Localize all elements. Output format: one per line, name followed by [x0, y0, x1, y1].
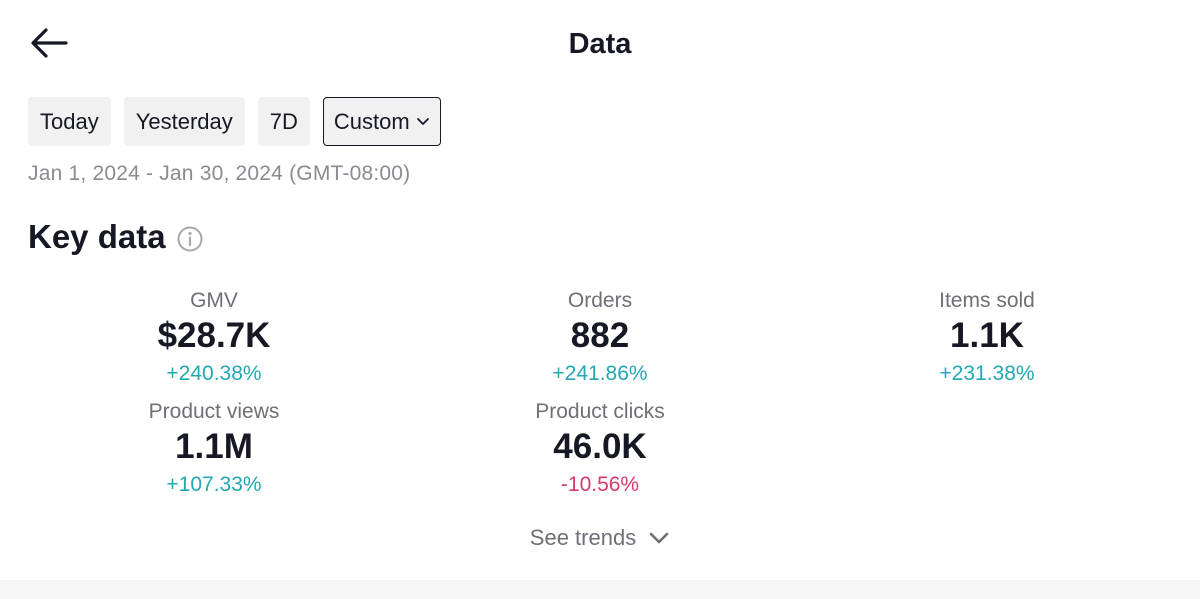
page-title: Data [568, 28, 632, 60]
data-page: Data Today Yesterday 7D Custom Jan 1, 20… [0, 0, 1200, 599]
filter-label: Custom [333, 108, 410, 134]
metric-label: Product views [148, 400, 280, 423]
metric-value: 882 [570, 316, 630, 355]
filter-label: Yesterday [135, 108, 233, 134]
filter-custom-dropdown[interactable]: Custom [322, 97, 441, 146]
date-range-text: Jan 1, 2024 - Jan 30, 2024 (GMT-08:00) [28, 162, 411, 185]
metric-change: -10.56% [560, 473, 640, 496]
filter-label: 7D [269, 108, 298, 134]
filter-7d-button[interactable]: 7D [257, 97, 310, 146]
chevron-down-icon [416, 117, 430, 127]
info-icon[interactable] [176, 225, 204, 253]
section-title: Key data [28, 218, 166, 255]
metric-label: Items sold [939, 289, 1035, 312]
metric-change: +231.38% [939, 362, 1035, 385]
filter-today-button[interactable]: Today [28, 97, 111, 146]
key-data-heading: Key data [28, 218, 204, 256]
metric-value: 1.1K [950, 316, 1024, 355]
metric-label: GMV [190, 289, 238, 312]
metric-change: +240.38% [166, 362, 262, 385]
filter-yesterday-button[interactable]: Yesterday [123, 97, 245, 146]
filter-label: Today [40, 108, 99, 134]
metric-items-sold[interactable]: Items sold 1.1K +231.38% [807, 289, 1167, 387]
metric-product-clicks[interactable]: Product clicks 46.0K -10.56% [420, 400, 780, 498]
metric-orders[interactable]: Orders 882 +241.86% [420, 289, 780, 387]
metric-value: $28.7K [157, 316, 271, 355]
metric-label: Orders [567, 289, 633, 312]
chevron-down-icon [648, 531, 670, 545]
metric-value: 1.1M [175, 427, 253, 466]
section-divider [0, 580, 1200, 599]
see-trends-label: See trends [529, 525, 637, 550]
metric-label: Product clicks [535, 400, 665, 423]
metric-product-views[interactable]: Product views 1.1M +107.33% [34, 400, 394, 498]
metric-change: +241.86% [552, 362, 648, 385]
metric-change: +107.33% [166, 473, 262, 496]
metric-gmv[interactable]: GMV $28.7K +240.38% [34, 289, 394, 387]
metric-value: 46.0K [553, 427, 647, 466]
date-filter-bar: Today Yesterday 7D Custom [28, 97, 441, 146]
see-trends-button[interactable]: See trends [0, 525, 1200, 551]
